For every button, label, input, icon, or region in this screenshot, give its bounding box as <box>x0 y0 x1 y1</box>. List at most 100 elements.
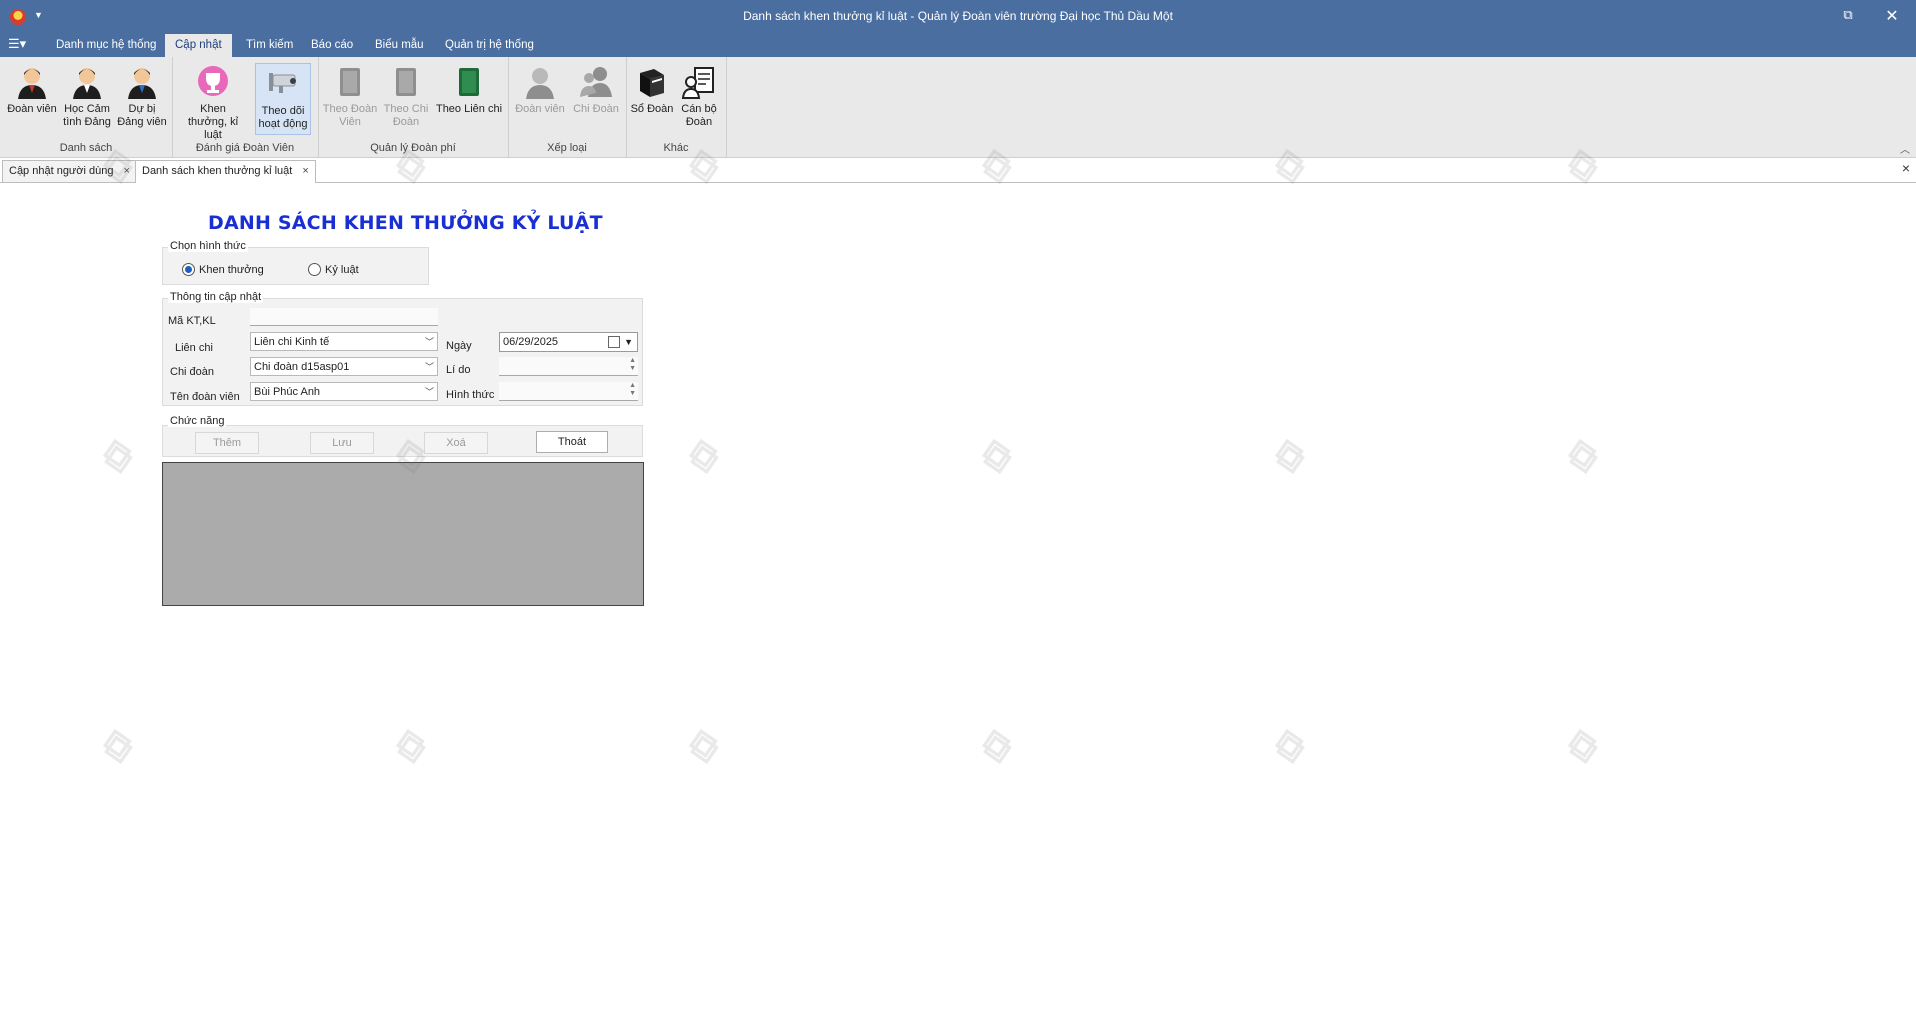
ribbon-button-label: Đoàn viên <box>515 103 565 115</box>
radio-indicator <box>308 263 321 276</box>
ribbon-button-hoc-cam-tinh-dang[interactable]: Học Cảm tình Đảng <box>59 62 115 129</box>
ribbon-button-label: Theo dõi hoạt động <box>258 105 308 130</box>
ribbon-group-label: Danh sách <box>59 142 113 154</box>
collapse-ribbon-icon[interactable]: ︿ <box>1900 141 1910 156</box>
watermark-mark: ⧉ <box>680 430 729 482</box>
radio-label: Khen thưởng <box>199 263 264 276</box>
fieldset-legend: Thông tin cập nhật <box>168 291 264 303</box>
ribbon-button-label: Theo Chi Đoàn <box>383 103 429 128</box>
ribbon-button-theo-doan-vien[interactable]: Theo Đoàn Viên <box>322 62 378 129</box>
ribbon-button-xep-loai-doan-vien[interactable]: Đoàn viên <box>512 62 568 116</box>
data-grid[interactable] <box>162 462 644 606</box>
ribbon-button-label: Cán bộ Đoàn <box>681 103 717 128</box>
radio-label: Kỷ luật <box>325 263 359 276</box>
page-title: DANH SÁCH KHEN THƯỞNG KỶ LUẬT <box>208 212 603 234</box>
ngay-value: 06/29/2025 <box>503 336 559 348</box>
ten-doan-vien-select[interactable]: Bùi Phúc Anh ﹀ <box>250 382 438 401</box>
close-window-icon[interactable]: ✕ <box>1884 6 1900 25</box>
chevron-down-icon[interactable]: ▼ <box>624 333 633 352</box>
ribbon-button-label: Chi Đoàn <box>573 103 619 115</box>
label-li-do: Lí do <box>446 364 471 376</box>
cadre-icon <box>681 67 714 99</box>
ribbon-group-label: Quản lý Đoàn phí <box>370 142 456 154</box>
radio-khen-thuong[interactable]: Khen thưởng <box>182 263 264 276</box>
ribbon-button-label: Sổ Đoàn <box>630 103 674 115</box>
tab-quan-tri-he-thong[interactable]: Quản trị hệ thống <box>435 34 544 57</box>
document-tab-bar: Cập nhật người dùng × Danh sách khen thưở… <box>0 158 1916 183</box>
watermark-mark: ⧉ <box>94 430 143 482</box>
ma-kt-kl-field[interactable] <box>250 308 438 326</box>
spin-arrows-icon[interactable]: ▲ ▼ <box>629 357 636 373</box>
ten-doan-vien-value: Bùi Phúc Anh <box>254 386 321 398</box>
close-tab-icon[interactable]: × <box>302 165 308 177</box>
thoat-button[interactable]: Thoát <box>536 431 608 453</box>
cctv-icon <box>269 73 296 93</box>
person-icon <box>73 68 101 99</box>
close-tab-icon[interactable]: × <box>123 165 129 177</box>
ribbon-group-label: Đánh giá Đoàn Viên <box>195 142 295 154</box>
chevron-down-icon[interactable]: ﹀ <box>425 333 434 352</box>
app-menu-icon[interactable]: ☰▾ <box>8 36 34 52</box>
watermark-mark: ⧉ <box>680 720 729 772</box>
label-hinh-thuc: Hình thức <box>446 389 495 401</box>
restore-icon[interactable]: ⧉ <box>1840 7 1856 23</box>
label-ma-kt-kl: Mã KT,KL <box>168 315 216 327</box>
ribbon-group-label: Xếp loại <box>547 142 587 154</box>
book-icon <box>459 68 479 96</box>
ribbon-tab-bar: ☰▾ Danh mục hệ thống Cập nhật Tìm kiếm B… <box>0 32 1916 57</box>
ribbon-group-doan-phi: Theo Đoàn Viên Theo Chi Đoàn Theo Liên c… <box>318 57 509 157</box>
tab-tim-kiem[interactable]: Tìm kiếm <box>236 34 303 57</box>
lien-chi-select[interactable]: Liên chi Kinh tế ﹀ <box>250 332 438 351</box>
li-do-field[interactable]: ▲ ▼ <box>499 357 638 376</box>
ribbon-group-danh-gia: Khen thưởng, kỉ luật Theo dõi hoạt động … <box>172 57 319 157</box>
book-icon <box>396 68 416 96</box>
chevron-down-icon[interactable]: ﹀ <box>425 383 434 402</box>
spin-arrows-icon[interactable]: ▲ ▼ <box>629 382 636 398</box>
tab-bieu-mau[interactable]: Biểu mẫu <box>365 34 434 57</box>
ribbon-button-xep-loai-chi-doan[interactable]: Chi Đoàn <box>568 62 624 116</box>
label-ngay: Ngày <box>446 340 472 352</box>
doc-tab-label: Danh sách khen thưởng kỉ luật <box>142 165 293 177</box>
close-all-tabs-icon[interactable]: × <box>1902 160 1910 176</box>
ribbon: Đoàn viên Học Cảm tình Đảng Dự bị Đảng v… <box>0 57 1916 158</box>
ribbon-button-can-bo-doan[interactable]: Cán bộ Đoàn <box>676 62 722 129</box>
calendar-icon[interactable] <box>608 336 620 348</box>
ribbon-button-theo-doi-hoat-dong[interactable]: Theo dõi hoạt động <box>255 63 311 135</box>
xoa-button[interactable]: Xoá <box>424 432 488 454</box>
ribbon-button-theo-chi-doan[interactable]: Theo Chi Đoàn <box>378 62 434 129</box>
fieldset-legend: Chọn hình thức <box>168 240 248 252</box>
doc-tab-danh-sach-khen-thuong[interactable]: Danh sách khen thưởng kỉ luật × <box>135 160 316 183</box>
tab-danh-muc-he-thong[interactable]: Danh mục hệ thống <box>46 34 166 57</box>
watermark-mark: ⧉ <box>387 720 436 772</box>
them-button[interactable]: Thêm <box>195 432 259 454</box>
fieldset-legend: Chức năng <box>168 415 227 427</box>
ngay-date-picker[interactable]: 06/29/2025 ▼ <box>499 332 638 352</box>
chevron-down-icon[interactable]: ﹀ <box>425 358 434 377</box>
radio-ky-luat[interactable]: Kỷ luật <box>308 263 359 276</box>
chi-doan-select[interactable]: Chi đoàn d15asp01 ﹀ <box>250 357 438 376</box>
ribbon-button-label: Theo Liên chi <box>435 103 503 115</box>
ribbon-button-label: Theo Đoàn Viên <box>322 103 378 128</box>
ribbon-button-theo-lien-chi[interactable]: Theo Liên chi <box>434 62 504 116</box>
ribbon-button-label: Học Cảm tình Đảng <box>63 103 111 128</box>
title-bar: ▼ Danh sách khen thưởng kỉ luật - Quản l… <box>0 0 1916 32</box>
watermark-mark: ⧉ <box>1266 720 1315 772</box>
ribbon-group-xep-loai: Đoàn viên Chi Đoàn Xếp loại <box>508 57 627 157</box>
ribbon-button-khen-thuong-ki-luat[interactable]: Khen thưởng, kỉ luật <box>180 62 246 142</box>
tab-cap-nhat[interactable]: Cập nhật <box>165 34 232 57</box>
ribbon-button-doan-vien[interactable]: Đoàn viên <box>4 62 60 116</box>
label-lien-chi: Liên chi <box>175 342 213 354</box>
watermark-mark: ⧉ <box>1559 720 1608 772</box>
luu-button[interactable]: Lưu <box>310 432 374 454</box>
hinh-thuc-field[interactable]: ▲ ▼ <box>499 382 638 401</box>
ribbon-button-du-bi-dang-vien[interactable]: Dự bị Đảng viên <box>114 62 170 129</box>
person-icon <box>526 68 554 99</box>
label-ten-doan-vien: Tên đoàn viên <box>170 391 240 403</box>
group-icon <box>580 67 612 97</box>
watermark-mark: ⧉ <box>94 720 143 772</box>
ribbon-button-label: Dự bị Đảng viên <box>117 103 167 128</box>
doc-tab-cap-nhat-nguoi-dung[interactable]: Cập nhật người dùng × <box>2 160 137 182</box>
person-icon <box>128 68 156 99</box>
tab-bao-cao[interactable]: Báo cáo <box>301 34 363 57</box>
ribbon-button-so-doan[interactable]: Sổ Đoàn <box>628 62 676 116</box>
